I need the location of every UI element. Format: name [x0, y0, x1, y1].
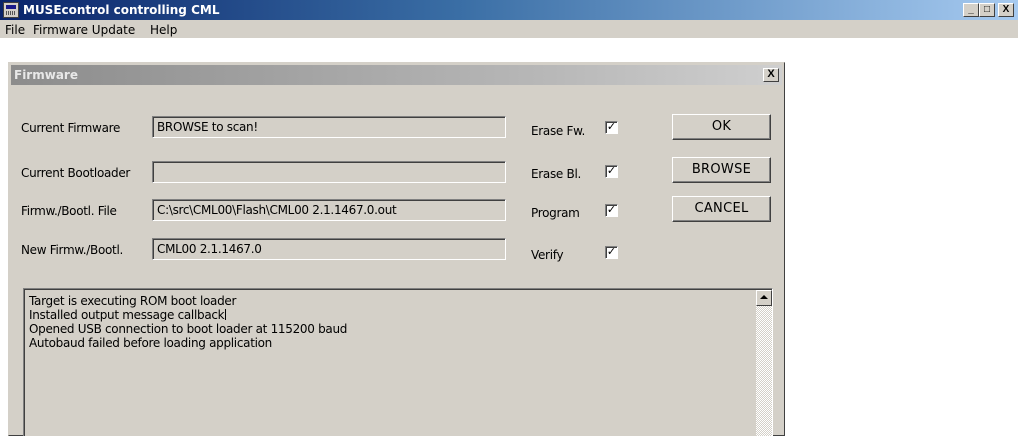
current-firmware-label: Current Firmware — [21, 121, 121, 135]
minimize-button[interactable]: _ — [963, 3, 979, 17]
verify-checkbox[interactable]: ✓ — [605, 246, 618, 259]
maximize-button[interactable]: □ — [979, 3, 995, 17]
dialog-close-button[interactable]: X — [763, 68, 779, 82]
menu-help[interactable]: Help — [150, 23, 177, 37]
dialog-title-bar[interactable]: Firmware X — [11, 65, 782, 85]
erase-bl-label: Erase Bl. — [531, 167, 581, 181]
new-firmware-label: New Firmw./Bootl. — [21, 243, 124, 257]
ok-button[interactable]: OK — [672, 114, 771, 140]
dialog-title: Firmware — [14, 68, 78, 82]
log-line-wrap: Installed output message callback — [29, 308, 227, 322]
cancel-button[interactable]: CANCEL — [672, 196, 771, 222]
erase-fw-checkbox[interactable]: ✓ — [605, 121, 618, 134]
program-checkbox[interactable]: ✓ — [605, 204, 618, 217]
new-firmware-field[interactable]: CML00 2.1.1467.0 — [152, 238, 506, 260]
text-caret — [225, 309, 227, 320]
menu-firmware-update[interactable]: Firmware Update — [33, 23, 135, 37]
output-log[interactable]: Target is executing ROM boot loader Inst… — [23, 288, 773, 436]
scroll-up-arrow-icon[interactable] — [756, 290, 772, 306]
log-scrollbar[interactable] — [756, 290, 772, 436]
menu-bar: File Firmware Update Help — [0, 20, 1018, 39]
window-title-bar[interactable]: MUSEcontrol controlling CML _ □ X — [0, 0, 1018, 20]
browse-button[interactable]: BROWSE — [672, 157, 771, 183]
program-label: Program — [531, 206, 580, 220]
file-field[interactable]: C:\src\CML00\Flash\CML00 2.1.1467.0.out — [152, 199, 506, 221]
app-icon[interactable] — [3, 2, 19, 18]
current-bootloader-label: Current Bootloader — [21, 166, 131, 180]
close-button[interactable]: X — [998, 3, 1014, 17]
verify-label: Verify — [531, 248, 564, 262]
log-line: Target is executing ROM boot loader — [29, 294, 237, 308]
log-line: Opened USB connection to boot loader at … — [29, 322, 348, 336]
log-line: Installed output message callback — [29, 308, 225, 322]
window-title: MUSEcontrol controlling CML — [23, 3, 220, 17]
menu-file[interactable]: File — [5, 23, 25, 37]
current-bootloader-field[interactable] — [152, 161, 506, 183]
file-label: Firmw./Bootl. File — [21, 204, 117, 218]
erase-bl-checkbox[interactable]: ✓ — [605, 165, 618, 178]
firmware-dialog: Firmware X Current Firmware BROWSE to sc… — [8, 62, 785, 436]
current-firmware-field[interactable]: BROWSE to scan! — [152, 116, 506, 138]
erase-fw-label: Erase Fw. — [531, 124, 586, 138]
log-line: Autobaud failed before loading applicati… — [29, 336, 272, 350]
